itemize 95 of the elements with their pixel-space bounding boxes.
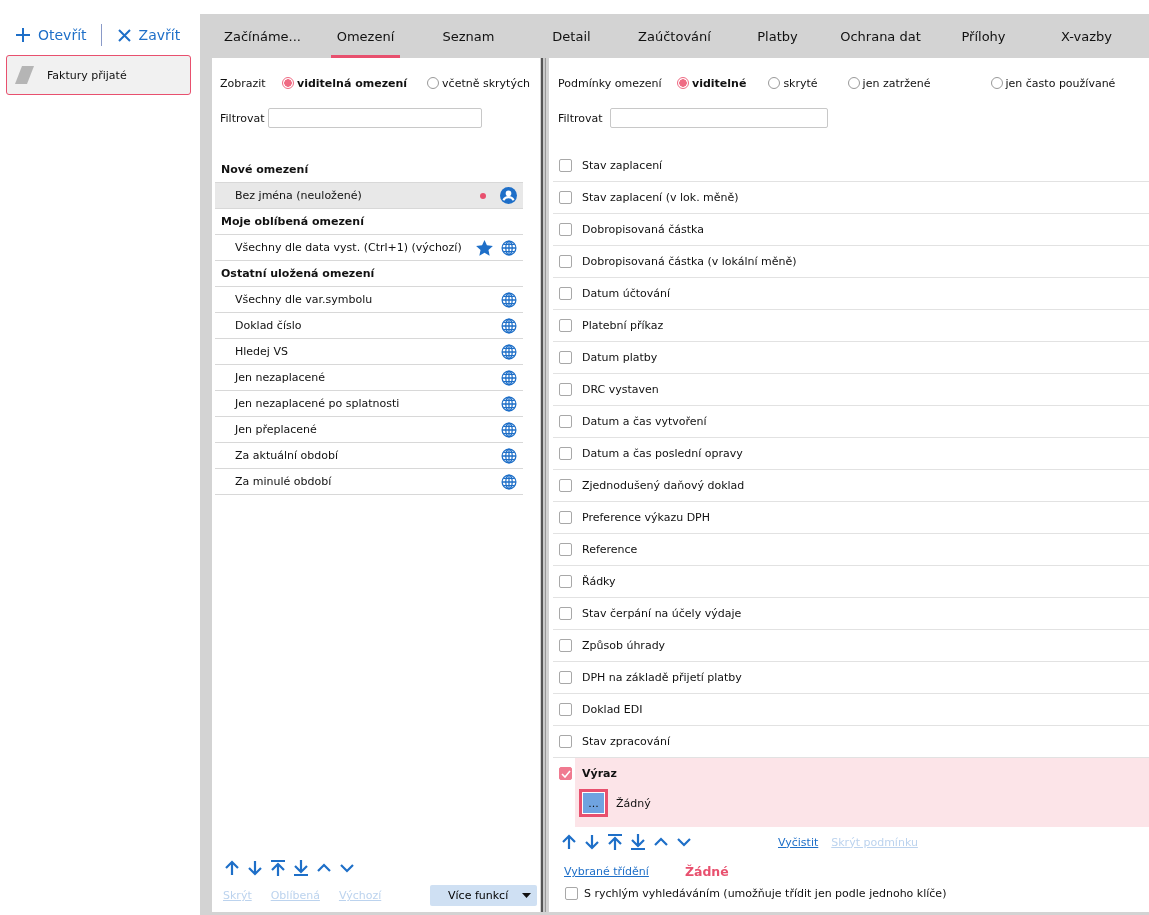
sort-link[interactable]: Vybrané třídění [564,865,649,878]
checkbox[interactable] [559,255,572,268]
group-heading: Moje oblíbená omezení [215,209,523,235]
sidebar-item[interactable]: Faktury přijaté [6,55,191,95]
condition-label: Stav čerpání na účely výdaje [582,607,742,620]
link[interactable]: Vyčistit [778,835,819,849]
condition-label: DRC vystaven [582,383,659,396]
up-arrow-icon[interactable] [223,859,241,877]
condition-label: Řádky [582,575,616,588]
checkbox[interactable] [559,639,572,652]
checkbox[interactable] [559,287,572,300]
checkbox[interactable] [559,511,572,524]
checkbox[interactable] [559,543,572,556]
more-functions-button[interactable]: Více funkcí [430,885,537,906]
saved-filter-item[interactable]: Všechny dle var.symbolu [215,287,523,313]
condition-label: Dobropisovaná částka (v lokální měně) [582,255,797,268]
sort-value: Žádné [684,864,729,879]
radio-button[interactable]: jen často používané [990,76,1116,90]
checkbox[interactable] [559,703,572,716]
saved-filter-item[interactable]: Jen nezaplacené [215,365,523,391]
saved-filter-item[interactable]: Bez jména (neuložené) [215,183,523,209]
checkbox[interactable] [559,767,572,780]
checkbox[interactable] [559,351,572,364]
saved-filter-item[interactable]: Za aktuální období [215,443,523,469]
filter-field[interactable] [610,108,828,128]
up-arrow-icon[interactable] [560,833,578,851]
filter-field[interactable] [268,108,482,128]
tab[interactable]: X-vazby [1055,14,1118,58]
condition-label: DPH na základě přijetí platby [582,671,742,684]
sidebar-action-button[interactable]: Otevřít [12,27,91,43]
saved-filter-item[interactable]: Jen přeplacené [215,417,523,443]
condition-label: Stav zpracování [582,735,671,748]
tab[interactable]: Ochrana dat [834,14,927,58]
tab[interactable]: Platby [751,14,804,58]
condition-label: Stav zaplacení [582,159,663,172]
arrow-to-top-icon[interactable] [606,833,624,851]
saved-filter-item[interactable]: Všechny dle data vyst. (Ctrl+1) (výchozí) [215,235,523,261]
condition-label: Datum platby [582,351,658,364]
condition-label: Výraz [582,767,617,780]
show-label: Zobrazit [220,76,267,90]
down-arrow-icon[interactable] [246,859,264,877]
checkbox[interactable] [559,735,572,748]
filter-label: Filtrovat [220,111,266,125]
checkbox[interactable] [559,223,572,236]
document-icon [15,65,35,85]
checkbox[interactable] [559,575,572,588]
tab[interactable]: Zaúčtování [632,14,717,58]
checkbox[interactable] [559,607,572,620]
radio-button[interactable]: skryté [768,76,818,90]
checkbox[interactable] [559,383,572,396]
expression-button[interactable]: ... [579,789,608,817]
condition-label: Datum a čas vytvoření [582,415,707,428]
radio-button[interactable]: viditelné [677,76,747,90]
condition-label: Zjednodušený daňový doklad [582,479,745,492]
group-heading: Ostatní uložená omezení [215,261,523,287]
condition-label: Platební příkaz [582,319,664,332]
checkbox[interactable] [559,319,572,332]
checkbox[interactable] [559,671,572,684]
quick-search-label: S rychlým vyhledáváním (umožňuje třídit jen podle jednoho klíče) [584,887,947,900]
filter-label: Filtrovat [558,111,604,125]
close-icon [117,28,131,42]
expression-value: Žádný [616,796,651,810]
dropdown-caret-icon [522,893,531,898]
radio-button[interactable]: viditelná omezení [282,76,408,90]
tab[interactable]: Seznam [436,14,501,58]
saved-filter-item[interactable]: Za minulé období [215,469,523,495]
saved-filter-item[interactable]: Doklad číslo [215,313,523,339]
checkbox[interactable] [559,479,572,492]
condition-label: Stav zaplacení (v lok. měně) [582,191,739,204]
condition-label: Datum a čas poslední opravy [582,447,743,460]
radio-button[interactable]: jen zatržené [847,76,931,90]
sidebar-action-button[interactable]: Zavřít [113,27,185,43]
checkbox[interactable] [559,191,572,204]
checkbox[interactable] [559,447,572,460]
tab[interactable]: Detail [546,14,597,58]
condition-label: Doklad EDI [582,703,643,716]
condition-label: Datum účtování [582,287,671,300]
condition-label: Reference [582,543,638,556]
arrow-to-bottom-icon[interactable] [292,859,310,877]
conditions-label: Podmínky omezení [558,76,663,90]
saved-filter-item[interactable]: Hledej VS [215,339,523,365]
plus-icon [16,28,30,42]
down-arrow-icon[interactable] [583,833,601,851]
checkbox[interactable] [565,887,578,900]
tab[interactable]: Přílohy [955,14,1012,58]
saved-filter-item[interactable]: Jen nezaplacené po splatnosti [215,391,523,417]
condition-label: Preference výkazu DPH [582,511,710,524]
tab[interactable]: Začínáme... [218,14,307,58]
arrow-to-top-icon[interactable] [269,859,287,877]
checkbox[interactable] [559,415,572,428]
arrow-to-bottom-icon[interactable] [629,833,647,851]
condition-label: Dobropisovaná částka [582,223,704,236]
radio-button[interactable]: včetně skrytých [427,76,530,90]
condition-label: Způsob úhrady [582,639,666,652]
checkbox[interactable] [559,159,572,172]
